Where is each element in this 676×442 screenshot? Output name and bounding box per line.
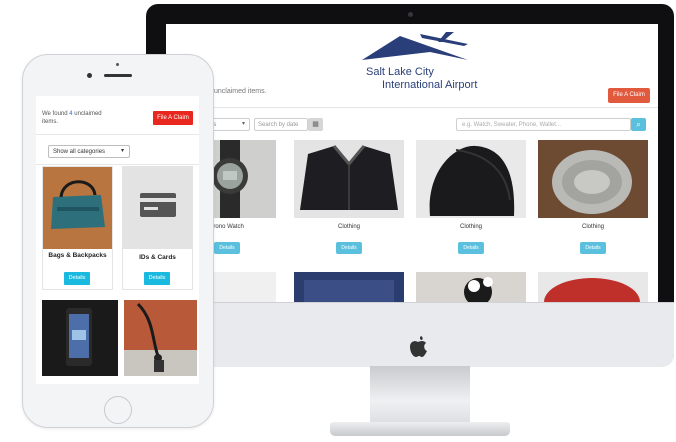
logo-line-1: Salt Lake City [366, 66, 434, 78]
divider [36, 134, 199, 135]
item-label: Clothing [337, 224, 360, 230]
item-image-card [123, 167, 192, 249]
airport-logo: Salt Lake City International Airport [360, 30, 477, 91]
calendar-icon[interactable]: ▦ [308, 118, 323, 131]
found-prefix: We found [42, 111, 68, 117]
airplane-logo-icon [362, 32, 468, 60]
phone-camera [87, 73, 92, 78]
item-image[interactable] [416, 272, 526, 302]
item-label: Bags & Backpacks [48, 252, 107, 259]
home-button[interactable] [104, 396, 132, 424]
file-claim-button[interactable]: File A Claim [153, 111, 193, 125]
item-image-clothing[interactable] [538, 140, 648, 218]
search-input[interactable]: e.g. Watch, Sweater, Phone, Wallet... [456, 118, 631, 131]
item-image-clothing[interactable] [416, 140, 526, 218]
divider [208, 107, 658, 108]
item-label: Clothing [581, 224, 604, 230]
desktop-screen: Salt Lake City International Airport unc… [166, 24, 658, 302]
phone-sensor [116, 63, 119, 66]
phone-speaker [104, 74, 132, 77]
id-card-icon [123, 167, 192, 249]
found-text: unclaimed items. [214, 88, 267, 95]
date-search-input[interactable]: Search by date [254, 118, 308, 131]
file-claim-button[interactable]: File A Claim [608, 88, 650, 103]
imac-stand [370, 366, 470, 424]
search-icon[interactable]: ⌕ [631, 118, 646, 131]
details-button[interactable]: Details [580, 242, 606, 254]
category-select[interactable]: Show all categories [48, 145, 130, 158]
item-image-bag [43, 167, 112, 249]
chevron-down-icon: ▾ [242, 121, 246, 127]
details-button[interactable]: Details [144, 272, 170, 285]
item-image[interactable] [294, 272, 404, 302]
item-image-clothing[interactable] [294, 140, 404, 218]
found-text: We found 4 unclaimed items. [42, 110, 102, 126]
details-button[interactable]: Details [64, 272, 90, 285]
found-count: 4 [69, 111, 73, 117]
chevron-down-icon: ▾ [121, 148, 125, 154]
item-label: IDs & Cards [139, 254, 176, 261]
details-button[interactable]: Details [214, 242, 240, 254]
mobile-screen: We found 4 unclaimed items. File A Claim… [36, 96, 199, 384]
logo-line-2: International Airport [382, 79, 478, 91]
imac-stand-base [330, 422, 510, 436]
item-image[interactable] [538, 272, 648, 302]
details-button[interactable]: Details [458, 242, 484, 254]
item-image-keys[interactable] [124, 300, 197, 376]
imac-camera [408, 12, 413, 17]
apple-icon [398, 336, 438, 362]
details-button[interactable]: Details [336, 242, 362, 254]
item-label: Clothing [459, 224, 482, 230]
divider [36, 164, 199, 165]
item-image-phone[interactable] [42, 300, 118, 376]
